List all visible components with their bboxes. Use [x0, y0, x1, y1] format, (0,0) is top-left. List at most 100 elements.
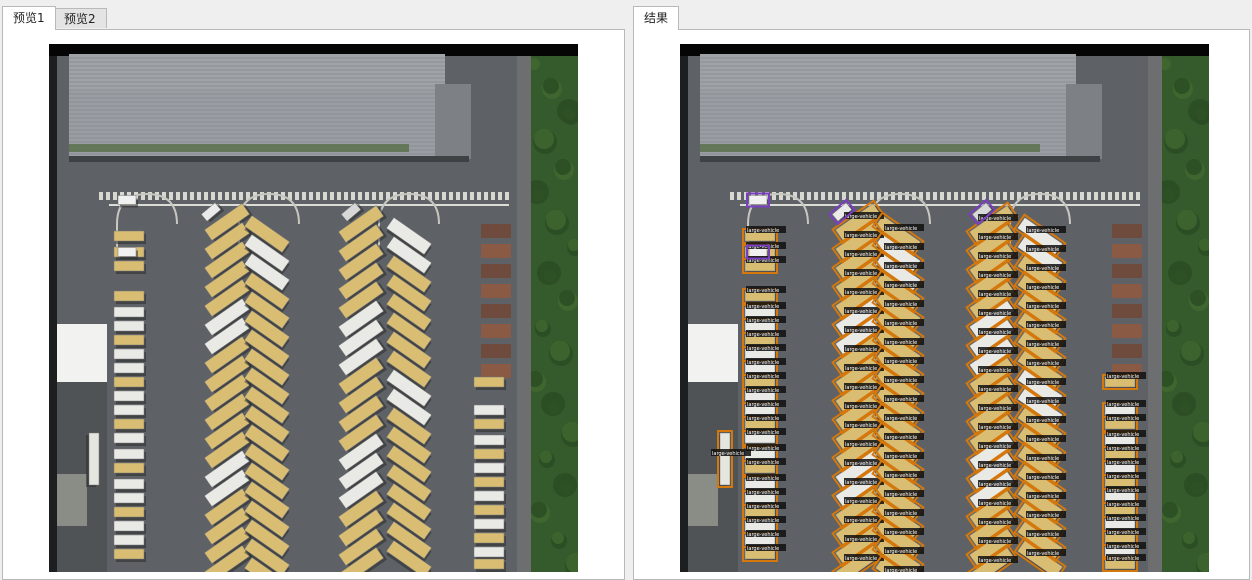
label-text: large-vehicle: [979, 501, 1011, 507]
crosswalk-stripe: [491, 192, 495, 200]
crosswalk-stripe: [414, 192, 418, 200]
crosswalk-stripe: [505, 192, 509, 200]
bus: [113, 548, 146, 562]
bus: [473, 504, 506, 518]
vehicle-body: [117, 195, 137, 205]
label-text: large-vehicle: [1027, 228, 1059, 234]
vehicle-body: [113, 492, 145, 504]
label-text: large-vehicle: [979, 444, 1011, 450]
crosswalk-stripe: [379, 192, 383, 200]
crosswalk-stripe: [814, 192, 818, 200]
label-text: large-vehicle: [885, 568, 917, 572]
crosswalk-stripe: [323, 192, 327, 200]
vehicle-body: [473, 546, 505, 558]
label-text: large-vehicle: [979, 406, 1011, 412]
bus: [113, 320, 146, 334]
vehicle-body: [113, 362, 145, 374]
gray-block: [688, 474, 718, 526]
label-text: large-vehicle: [1027, 380, 1059, 386]
vehicle-body: [473, 448, 505, 460]
vehicle-body: [113, 306, 145, 318]
bus: [473, 418, 506, 432]
detection-label: large-vehicle: [746, 286, 786, 294]
tree-canopy: [1190, 290, 1206, 306]
tab-preview-1[interactable]: 预览1: [2, 6, 56, 30]
label-text: large-vehicle: [845, 385, 877, 391]
crosswalk-stripe: [274, 192, 278, 200]
preview-panel: [2, 29, 625, 580]
label-text: large-vehicle: [1027, 323, 1059, 329]
tree-canopy: [1184, 473, 1208, 497]
label-text: large-vehicle: [747, 288, 779, 294]
bus: [473, 476, 506, 490]
tab-result[interactable]: 结果: [633, 6, 680, 30]
bus: [113, 260, 146, 274]
brick-structure: [1112, 244, 1142, 258]
detection-label: large-vehicle: [746, 444, 786, 452]
crosswalk-stripe: [807, 192, 811, 200]
crosswalk-stripe: [849, 192, 853, 200]
tree-canopy: [550, 341, 570, 361]
crosswalk-stripe: [351, 192, 355, 200]
preview-aerial-image: [49, 44, 578, 572]
detection-label: large-vehicle: [1106, 528, 1146, 536]
label-text: large-vehicle: [885, 264, 917, 270]
label-text: large-vehicle: [979, 368, 1011, 374]
detection-label: large-vehicle: [1026, 454, 1066, 462]
tree-canopy: [543, 78, 559, 94]
tree-canopy: [1181, 341, 1201, 361]
label-text: large-vehicle: [747, 490, 779, 496]
crosswalk-stripe: [232, 192, 236, 200]
detection-label: large-vehicle: [978, 404, 1018, 412]
detection-label: large-vehicle: [884, 490, 924, 498]
label-text: large-vehicle: [845, 290, 877, 296]
result-tab-bar: 结果: [631, 6, 1252, 30]
vehicle-body: [473, 404, 505, 416]
label-text: large-vehicle: [747, 346, 779, 352]
car: [117, 247, 138, 260]
crosswalk-stripe: [309, 192, 313, 200]
label-text: large-vehicle: [747, 430, 779, 436]
vehicle-body: [113, 520, 145, 532]
vehicle-body: [88, 432, 100, 486]
vehicle-body: [113, 534, 145, 546]
bus: [113, 376, 146, 390]
tab-preview-2[interactable]: 预览2: [53, 8, 107, 28]
label-text: large-vehicle: [1027, 247, 1059, 253]
label-text: large-vehicle: [979, 482, 1011, 488]
detection-label: large-vehicle: [711, 449, 751, 457]
detection-label: large-vehicle: [978, 518, 1018, 526]
vehicle-body: [113, 432, 145, 444]
crosswalk-stripe: [498, 192, 502, 200]
detection-label: large-vehicle: [746, 330, 786, 338]
label-text: large-vehicle: [747, 360, 779, 366]
tree-canopy: [552, 532, 564, 544]
detection-label: large-vehicle: [1026, 549, 1066, 557]
detection-label: large-vehicle: [746, 488, 786, 496]
vehicle-body: [473, 376, 505, 388]
vehicle-body: [113, 462, 145, 474]
label-text: large-vehicle: [979, 349, 1011, 355]
detection-label: large-vehicle: [1106, 554, 1146, 562]
crosswalk-stripe: [863, 192, 867, 200]
detection-label: large-vehicle: [884, 300, 924, 308]
result-pane: 结果 large-vehicle large-vehicle large-vehic…: [631, 0, 1252, 580]
detection-label: large-vehicle: [1026, 492, 1066, 500]
detection-overlay-image: large-vehicle large-vehicle large-vehicle l…: [680, 44, 1209, 572]
crosswalk-stripe: [933, 192, 937, 200]
crosswalk-stripe: [975, 192, 979, 200]
brick-structure: [481, 284, 511, 298]
label-text: large-vehicle: [845, 442, 877, 448]
bus: [113, 506, 146, 520]
crosswalk-stripe: [870, 192, 874, 200]
label-text: large-vehicle: [885, 340, 917, 346]
label-text: large-vehicle: [979, 558, 1011, 564]
vehicle-body: [473, 434, 505, 446]
label-text: large-vehicle: [885, 492, 917, 498]
tree-canopy: [1172, 392, 1196, 416]
preview-tab-bar: 预览1 预览2: [0, 6, 627, 30]
label-text: large-vehicle: [979, 425, 1011, 431]
crosswalk-stripe: [365, 192, 369, 200]
crosswalk-stripe: [190, 192, 194, 200]
crosswalk-stripe: [968, 192, 972, 200]
